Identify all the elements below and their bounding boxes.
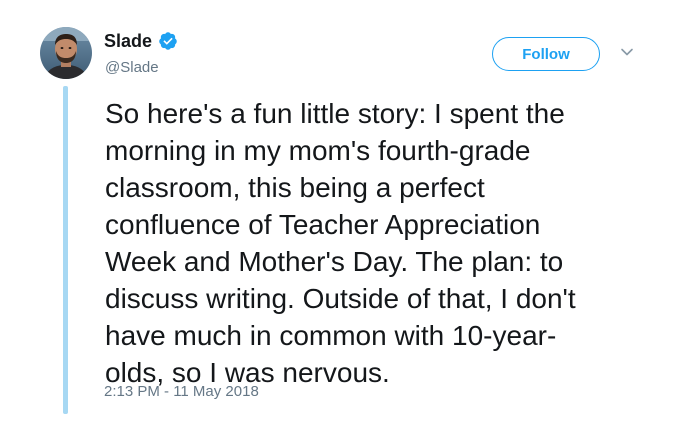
author-row: Slade <box>104 30 178 52</box>
tweet-timestamp[interactable]: 2:13 PM - 11 May 2018 <box>104 382 259 402</box>
tweet-text: So here's a fun little story: I spent th… <box>105 98 576 388</box>
username[interactable]: @Slade <box>105 58 159 78</box>
verified-badge-icon <box>158 31 178 51</box>
avatar[interactable] <box>40 27 92 79</box>
thread-line <box>63 86 68 414</box>
chevron-down-icon[interactable] <box>620 45 634 59</box>
avatar-photo-icon <box>40 27 92 79</box>
display-name[interactable]: Slade <box>104 30 152 52</box>
tweet-card: Slade @Slade Follow So here's a fun litt… <box>0 0 674 437</box>
follow-button[interactable]: Follow <box>492 37 600 71</box>
